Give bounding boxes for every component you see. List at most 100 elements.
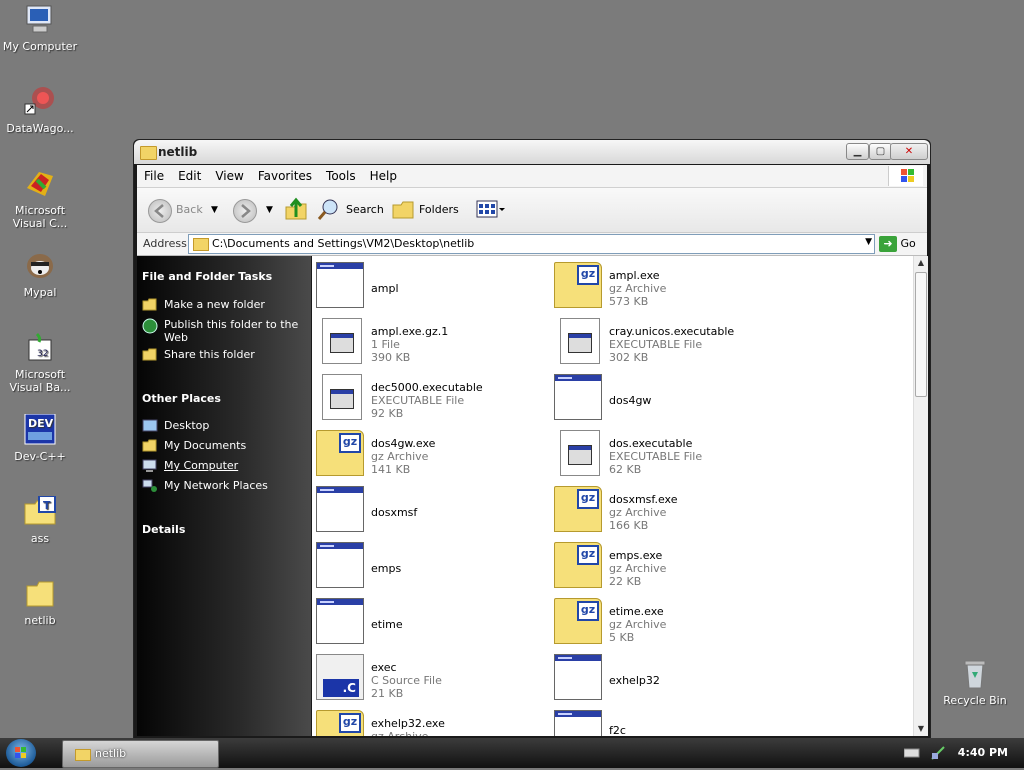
file-item[interactable]: exhelp32 — [554, 654, 784, 704]
new-folder-icon — [142, 298, 157, 311]
file-item[interactable]: gz dos4gw.exe gz Archive 141 KB — [316, 430, 546, 480]
application-icon — [316, 542, 364, 588]
tasks-header[interactable]: File and Folder Tasks — [137, 270, 272, 283]
taskbar-item-netlib[interactable]: netlib — [62, 740, 219, 768]
desktop-icon-label: DataWago... — [6, 122, 74, 135]
address-label: Address — [143, 237, 187, 250]
search-icon[interactable] — [317, 197, 341, 221]
desktop-icon-netlib[interactable]: netlib — [0, 578, 80, 627]
go-button[interactable]: ➜ Go — [879, 235, 931, 253]
views-icon[interactable] — [476, 197, 508, 221]
my-computer-icon — [23, 4, 57, 36]
forward-arrow-icon[interactable] — [233, 199, 257, 223]
file-item[interactable]: ampl.exe.gz.1 1 File 390 KB — [316, 318, 546, 368]
gz-archive-icon: gz — [554, 262, 602, 308]
vertical-scrollbar[interactable]: ▲ ▼ — [913, 256, 928, 736]
menu-view[interactable]: View — [208, 165, 250, 187]
menu-file[interactable]: File — [137, 165, 171, 187]
application-icon — [554, 654, 602, 700]
close-button[interactable]: ✕ — [890, 143, 928, 160]
menu-favorites[interactable]: Favorites — [251, 165, 319, 187]
file-item[interactable]: cray.unicos.executable EXECUTABLE File 3… — [554, 318, 784, 368]
back-button[interactable]: Back — [176, 198, 203, 222]
file-item[interactable]: emps — [316, 542, 546, 592]
desktop-icon-visual-basic[interactable]: 32 Microsoft Visual Ba... — [0, 332, 80, 394]
documents-folder-icon — [142, 439, 157, 452]
start-button[interactable] — [6, 739, 36, 767]
address-field[interactable]: C:\Documents and Settings\VM2\Desktop\ne… — [188, 234, 875, 254]
scroll-down-icon[interactable]: ▼ — [914, 722, 928, 736]
desktop-icon-recycle-bin[interactable]: Recycle Bin — [935, 658, 1015, 707]
generic-file-icon — [322, 318, 362, 364]
desktop-icon-visual-c[interactable]: Microsoft Visual C... — [0, 168, 80, 230]
desktop-icon-datawago[interactable]: DataWago... — [0, 86, 80, 135]
details-header[interactable]: Details — [137, 523, 185, 536]
clock[interactable]: 4:40 PM — [958, 746, 1008, 759]
chevron-down-icon[interactable]: ▼ — [865, 237, 872, 247]
file-item[interactable]: ampl — [316, 262, 546, 312]
file-item[interactable]: gz dosxmsf.exe gz Archive 166 KB — [554, 486, 784, 536]
datawago-icon — [23, 86, 57, 118]
file-item[interactable]: f2c — [554, 710, 784, 736]
network-icon — [142, 479, 157, 492]
desktop-icon-ass[interactable]: T ass — [0, 495, 80, 545]
network-icon[interactable] — [930, 745, 946, 764]
folder-icon — [193, 238, 209, 251]
title-bar[interactable]: netlib ▁ ▢ ✕ — [134, 140, 930, 164]
application-icon — [316, 486, 364, 532]
application-icon — [316, 262, 364, 308]
up-folder-icon[interactable] — [284, 197, 308, 221]
visual-basic-icon: 32 — [23, 332, 57, 364]
keyboard-icon[interactable] — [903, 748, 920, 761]
desktop-icon-mypal[interactable]: Mypal — [0, 250, 80, 299]
file-item[interactable]: gz etime.exe gz Archive 5 KB — [554, 598, 784, 648]
scroll-up-icon[interactable]: ▲ — [914, 256, 928, 270]
file-item[interactable]: gz exhelp32.exe gz Archive — [316, 710, 546, 736]
toolbar: Back ▼ ▼ Search Folders — [137, 188, 927, 233]
svg-text:DEV: DEV — [28, 417, 54, 430]
file-item[interactable]: gz emps.exe gz Archive 22 KB — [554, 542, 784, 592]
visual-c-icon — [23, 168, 57, 200]
application-icon — [554, 710, 602, 736]
search-button[interactable]: Search — [346, 198, 384, 222]
desktop-icon-label: Mypal — [23, 286, 57, 299]
menu-help[interactable]: Help — [363, 165, 404, 187]
file-item[interactable]: etime — [316, 598, 546, 648]
desktop-icon-label: My Computer — [2, 40, 78, 53]
windows-logo-icon — [888, 166, 923, 186]
folders-button[interactable]: Folders — [419, 198, 459, 222]
task-pane: File and Folder Tasks Make a new folder … — [137, 256, 311, 736]
dev-cpp-icon: DEV — [23, 413, 57, 446]
file-item[interactable]: gz ampl.exe gz Archive 573 KB — [554, 262, 784, 312]
taskbar: netlib 4:40 PM — [0, 738, 1024, 768]
go-arrow-icon: ➜ — [879, 236, 897, 252]
other-places-header[interactable]: Other Places — [137, 392, 221, 405]
file-item[interactable]: dosxmsf — [316, 486, 546, 536]
back-dropdown-icon[interactable]: ▼ — [211, 198, 218, 222]
minimize-button[interactable]: ▁ — [846, 143, 869, 160]
gz-archive-icon: gz — [316, 710, 364, 736]
gz-archive-icon: gz — [554, 598, 602, 644]
desktop-icon-dev-cpp[interactable]: DEV Dev-C++ — [0, 413, 80, 463]
menu-tools[interactable]: Tools — [319, 165, 363, 187]
forward-dropdown-icon[interactable]: ▼ — [266, 198, 273, 222]
back-arrow-icon[interactable] — [148, 199, 172, 223]
folders-icon[interactable] — [391, 197, 415, 221]
file-item[interactable]: .C exec C Source File 21 KB — [316, 654, 546, 704]
desktop-icon-label: Microsoft Visual C... — [12, 204, 68, 230]
desktop-icon-my-computer[interactable]: My Computer — [0, 4, 80, 53]
scroll-thumb[interactable] — [915, 272, 927, 397]
application-icon — [554, 374, 602, 420]
file-item[interactable]: dos.executable EXECUTABLE File 62 KB — [554, 430, 784, 480]
maximize-button[interactable]: ▢ — [869, 143, 892, 160]
application-icon — [316, 598, 364, 644]
menu-edit[interactable]: Edit — [171, 165, 208, 187]
folder-icon — [75, 749, 91, 761]
file-item[interactable]: dec5000.executable EXECUTABLE File 92 KB — [316, 374, 546, 424]
system-tray: 4:40 PM — [894, 738, 1024, 768]
file-item[interactable]: dos4gw — [554, 374, 784, 424]
c-source-file-icon: .C — [316, 654, 364, 700]
desktop-icon — [142, 419, 158, 432]
generic-file-icon — [560, 430, 600, 476]
desktop-icon-label: ass — [30, 532, 50, 545]
